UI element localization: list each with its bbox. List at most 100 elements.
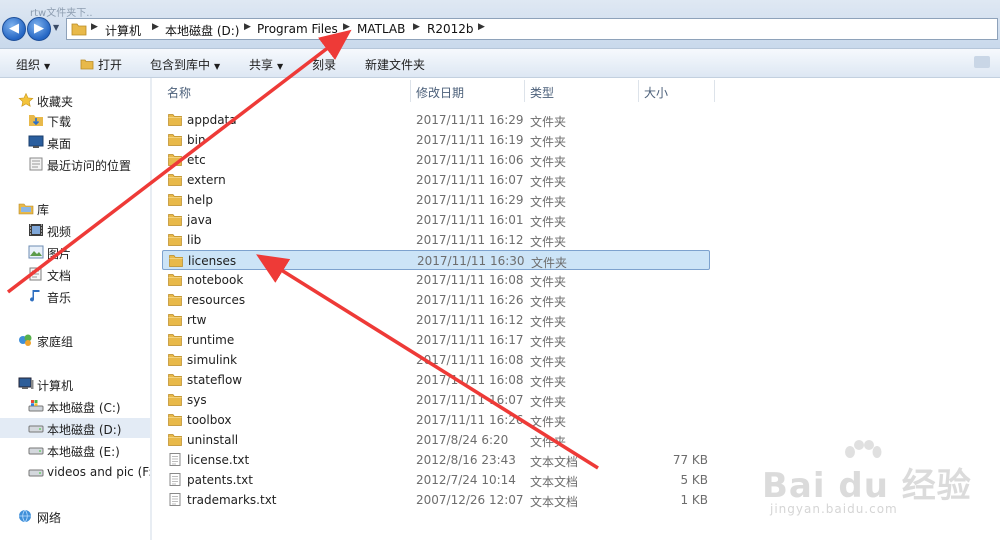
breadcrumb-separator-icon[interactable]: ▶: [91, 22, 98, 32]
include-in-library-label: 包含到库中: [150, 58, 211, 72]
file-name: patents.txt: [187, 473, 253, 487]
sidebar-item-homegroup[interactable]: 家庭组: [0, 330, 150, 350]
history-dropdown-icon[interactable]: ▼: [53, 23, 59, 32]
file-type: 文本文档: [530, 455, 579, 469]
column-divider[interactable]: [714, 80, 715, 102]
table-row[interactable]: help 2017/11/11 16:29 文件夹: [162, 190, 710, 210]
file-type: 文件夹: [530, 415, 567, 429]
table-row[interactable]: runtime 2017/11/11 16:17 文件夹: [162, 330, 710, 350]
sidebar-item-drive-e[interactable]: 本地磁盘 (E:): [0, 440, 150, 460]
column-header-size[interactable]: 大小: [644, 84, 668, 101]
drive-icon: [28, 469, 44, 477]
folder-open-icon: [80, 59, 94, 70]
file-modified-date: 2017/11/11 16:29: [416, 113, 524, 127]
view-options-button[interactable]: [974, 56, 990, 68]
table-row[interactable]: trademarks.txt 2007/12/26 12:07 文本文档 1 KB: [162, 490, 710, 510]
sidebar-item-downloads[interactable]: 下载: [0, 110, 150, 130]
folder-icon: [168, 374, 182, 386]
sidebar-item-drive-f[interactable]: videos and pic (F:): [0, 462, 157, 482]
file-name: notebook: [187, 273, 244, 287]
file-name: uninstall: [187, 433, 239, 447]
folder-icon: [168, 354, 182, 366]
breadcrumb-computer[interactable]: 计算机: [105, 22, 141, 39]
table-row[interactable]: licenses 2017/11/11 16:30 文件夹: [162, 250, 710, 270]
sidebar-item-documents[interactable]: 文档: [0, 264, 150, 284]
column-header-modified[interactable]: 修改日期: [416, 84, 464, 101]
sidebar-item-music[interactable]: 音乐: [0, 286, 150, 306]
table-row[interactable]: resources 2017/11/11 16:26 文件夹: [162, 290, 710, 310]
chevron-down-icon: ▼: [214, 62, 221, 71]
breadcrumb-separator-icon[interactable]: ▶: [413, 22, 420, 32]
file-type: 文件夹: [530, 235, 567, 249]
burn-button[interactable]: 刻录: [312, 56, 336, 73]
sidebar-item-videos[interactable]: 视频: [0, 220, 150, 240]
sidebar-item-label: 家庭组: [37, 335, 74, 349]
include-in-library-button[interactable]: 包含到库中 ▼: [150, 56, 220, 73]
watermark-url: jingyan.baidu.com: [770, 502, 898, 516]
table-row[interactable]: uninstall 2017/8/24 6:20 文件夹: [162, 430, 710, 450]
sidebar-item-label: 本地磁盘 (E:): [47, 445, 120, 459]
file-name: etc: [187, 153, 206, 167]
file-modified-date: 2017/11/11 16:19: [416, 133, 524, 147]
table-row[interactable]: etc 2017/11/11 16:06 文件夹: [162, 150, 710, 170]
share-button[interactable]: 共享 ▼: [249, 56, 283, 73]
table-row[interactable]: rtw 2017/11/11 16:12 文件夹: [162, 310, 710, 330]
sidebar-item-libraries[interactable]: 库: [0, 198, 150, 218]
column-divider[interactable]: [524, 80, 525, 102]
breadcrumb-matlab[interactable]: MATLAB: [357, 22, 405, 36]
file-name: license.txt: [187, 453, 250, 467]
documents-icon: [29, 267, 42, 281]
table-row[interactable]: sys 2017/11/11 16:07 文件夹: [162, 390, 710, 410]
back-button[interactable]: ◀: [2, 17, 26, 41]
table-row[interactable]: java 2017/11/11 16:01 文件夹: [162, 210, 710, 230]
breadcrumb-separator-icon[interactable]: ▶: [343, 22, 350, 32]
table-row[interactable]: license.txt 2012/8/16 23:43 文本文档 77 KB: [162, 450, 710, 470]
table-row[interactable]: simulink 2017/11/11 16:08 文件夹: [162, 350, 710, 370]
address-bar[interactable]: ▶ 计算机 ▶ 本地磁盘 (D:) ▶ Program Files ▶ MATL…: [66, 18, 998, 40]
sidebar-item-label: 计算机: [37, 379, 74, 393]
sidebar-item-desktop[interactable]: 桌面: [0, 132, 150, 152]
chevron-down-icon: ▼: [44, 62, 51, 71]
new-folder-label: 新建文件夹: [365, 58, 426, 72]
breadcrumb-separator-icon[interactable]: ▶: [478, 22, 485, 32]
folder-icon: [168, 114, 182, 126]
sidebar-item-recent[interactable]: 最近访问的位置: [0, 154, 150, 174]
column-header-type[interactable]: 类型: [530, 84, 554, 101]
table-row[interactable]: patents.txt 2012/7/24 10:14 文本文档 5 KB: [162, 470, 710, 490]
file-type: 文件夹: [530, 135, 567, 149]
sidebar-item-drive-c[interactable]: 本地磁盘 (C:): [0, 396, 150, 416]
table-row[interactable]: stateflow 2017/11/11 16:08 文件夹: [162, 370, 710, 390]
sidebar-item-label: 收藏夹: [37, 95, 74, 109]
column-divider[interactable]: [410, 80, 411, 102]
file-modified-date: 2017/11/11 16:08: [416, 353, 524, 367]
table-row[interactable]: bin 2017/11/11 16:19 文件夹: [162, 130, 710, 150]
sidebar-item-pictures[interactable]: 图片: [0, 242, 150, 262]
open-button[interactable]: 打开: [80, 56, 122, 73]
table-row[interactable]: lib 2017/11/11 16:12 文件夹: [162, 230, 710, 250]
sidebar-item-label: 本地磁盘 (C:): [47, 401, 121, 415]
table-row[interactable]: appdata 2017/11/11 16:29 文件夹: [162, 110, 710, 130]
sidebar-item-computer[interactable]: 计算机: [0, 374, 150, 394]
column-header-name[interactable]: 名称: [167, 84, 191, 101]
column-divider[interactable]: [638, 80, 639, 102]
table-row[interactable]: extern 2017/11/11 16:07 文件夹: [162, 170, 710, 190]
folder-icon: [168, 434, 182, 446]
breadcrumb-r2012b[interactable]: R2012b: [427, 22, 474, 36]
folder-icon: [168, 194, 182, 206]
table-row[interactable]: toolbox 2017/11/11 16:26 文件夹: [162, 410, 710, 430]
sidebar-item-label: 桌面: [47, 137, 72, 151]
file-name: bin: [187, 133, 206, 147]
breadcrumb-drive-d[interactable]: 本地磁盘 (D:): [165, 22, 239, 39]
sidebar-item-drive-d[interactable]: 本地磁盘 (D:): [0, 418, 150, 438]
new-folder-button[interactable]: 新建文件夹: [365, 56, 425, 73]
breadcrumb-separator-icon[interactable]: ▶: [152, 22, 159, 32]
breadcrumb-separator-icon[interactable]: ▶: [244, 22, 251, 32]
sidebar-item-network[interactable]: 网络: [0, 506, 150, 526]
table-row[interactable]: notebook 2017/11/11 16:08 文件夹: [162, 270, 710, 290]
forward-button[interactable]: ▶: [27, 17, 51, 41]
organize-button[interactable]: 组织 ▼: [16, 56, 50, 73]
folder-icon: [168, 134, 182, 146]
breadcrumb-program-files[interactable]: Program Files: [257, 22, 338, 36]
sidebar-item-favorites[interactable]: 收藏夹: [0, 90, 150, 110]
recent-places-icon: [29, 157, 43, 171]
